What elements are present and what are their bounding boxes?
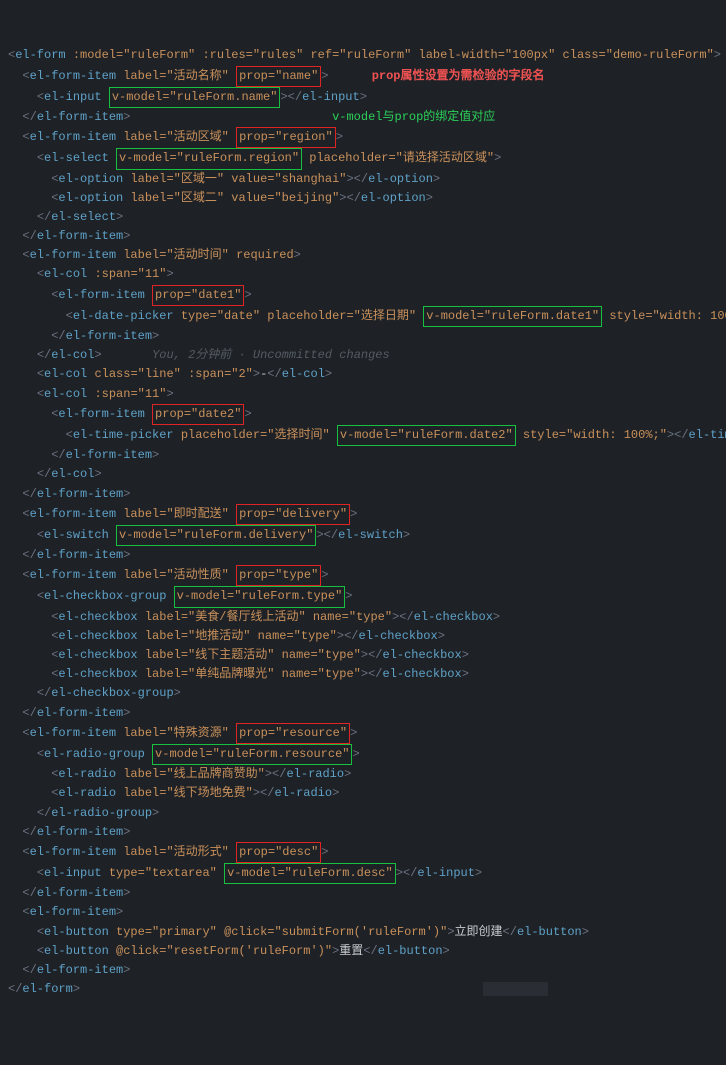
name-label: label="活动名称"	[123, 69, 229, 83]
resource-vmodel-box: v-model="ruleForm.resource"	[152, 744, 352, 765]
cb4: label="单纯品牌曝光"	[145, 667, 275, 681]
date1-vmodel-box: v-model="ruleForm.date1"	[423, 306, 602, 327]
r2: label="线下场地免费"	[123, 786, 253, 800]
btn1-click: @click="submitForm('ruleForm')"	[224, 925, 447, 939]
cb1: label="美食/餐厅线上活动"	[145, 610, 306, 624]
desc-prop-box: prop="desc"	[236, 842, 321, 863]
desc-type: type="textarea"	[109, 866, 217, 880]
region-label: label="活动区域"	[123, 130, 229, 144]
dp-type: type="date"	[181, 309, 260, 323]
attr-class: class="demo-ruleForm"	[563, 48, 714, 62]
tp-style: style="width: 100%;"	[523, 428, 667, 442]
resource-prop-box: prop="resource"	[236, 723, 350, 744]
attr-ref: ref="ruleForm"	[310, 48, 411, 62]
dp-ph: placeholder="选择日期"	[267, 309, 416, 323]
attr-label-width: label-width="100px"	[419, 48, 556, 62]
name-prop-box: prop="name"	[236, 66, 321, 87]
col-span-1: :span="11"	[94, 267, 166, 281]
date2-vmodel-box: v-model="ruleForm.date2"	[337, 425, 516, 446]
cb3: label="线下主题活动"	[145, 648, 275, 662]
git-blame: You, 2分钟前 · Uncommitted changes	[152, 348, 390, 362]
dp-style: style="width: 100%;"	[609, 309, 726, 323]
region-placeholder: placeholder="请选择活动区域"	[309, 151, 494, 165]
attr-model: :model="ruleForm"	[73, 48, 195, 62]
line-class: class="line"	[94, 367, 180, 381]
date2-prop-box: prop="date2"	[152, 404, 244, 425]
opt2-val: value="beijing"	[231, 191, 339, 205]
btn1-type: type="primary"	[116, 925, 217, 939]
btn2-click: @click="resetForm('ruleForm')"	[116, 944, 332, 958]
type-vmodel-box: v-model="ruleForm.type"	[174, 586, 346, 607]
attr-rules: :rules="rules"	[202, 48, 303, 62]
region-prop-box: prop="region"	[236, 127, 336, 148]
resource-label: label="特殊资源"	[123, 726, 229, 740]
cb-name: name="type"	[258, 629, 337, 643]
tp-ph: placeholder="选择时间"	[181, 428, 330, 442]
line-span: :span="2"	[188, 367, 253, 381]
delivery-label: label="即时配送"	[123, 507, 229, 521]
cb2: label="地推活动"	[145, 629, 251, 643]
btn2-text: 重置	[339, 944, 363, 958]
opt1-label: label="区域一"	[130, 172, 224, 186]
r1: label="线上品牌商赞助"	[123, 767, 265, 781]
code-block: <el-form :model="ruleForm" :rules="rules…	[8, 46, 718, 999]
type-label: label="活动性质"	[123, 568, 229, 582]
region-vmodel-box: v-model="ruleForm.region"	[116, 148, 302, 169]
col-span-2: :span="11"	[94, 387, 166, 401]
date1-prop-box: prop="date1"	[152, 285, 244, 306]
type-prop-box: prop="type"	[236, 565, 321, 586]
cb-name: name="type"	[282, 648, 361, 662]
annotation-green: v-model与prop的绑定值对应	[332, 110, 495, 124]
desc-label: label="活动形式"	[123, 845, 229, 859]
cb-name: name="type"	[313, 610, 392, 624]
opt1-val: value="shanghai"	[231, 172, 346, 186]
annotation-red: prop属性设置为需检验的字段名	[372, 69, 545, 83]
opt2-label: label="区域二"	[130, 191, 224, 205]
desc-vmodel-box: v-model="ruleForm.desc"	[224, 863, 396, 884]
delivery-prop-box: prop="delivery"	[236, 504, 350, 525]
time-label: label="活动时间"	[123, 248, 229, 262]
blurred-watermark: xxxxxxxxx	[483, 982, 548, 996]
btn1-text: 立即创建	[455, 925, 503, 939]
cb-name: name="type"	[282, 667, 361, 681]
delivery-vmodel-box: v-model="ruleForm.delivery"	[116, 525, 316, 546]
name-vmodel-box: v-model="ruleForm.name"	[109, 87, 281, 108]
el-form-tag: el-form	[15, 48, 65, 62]
